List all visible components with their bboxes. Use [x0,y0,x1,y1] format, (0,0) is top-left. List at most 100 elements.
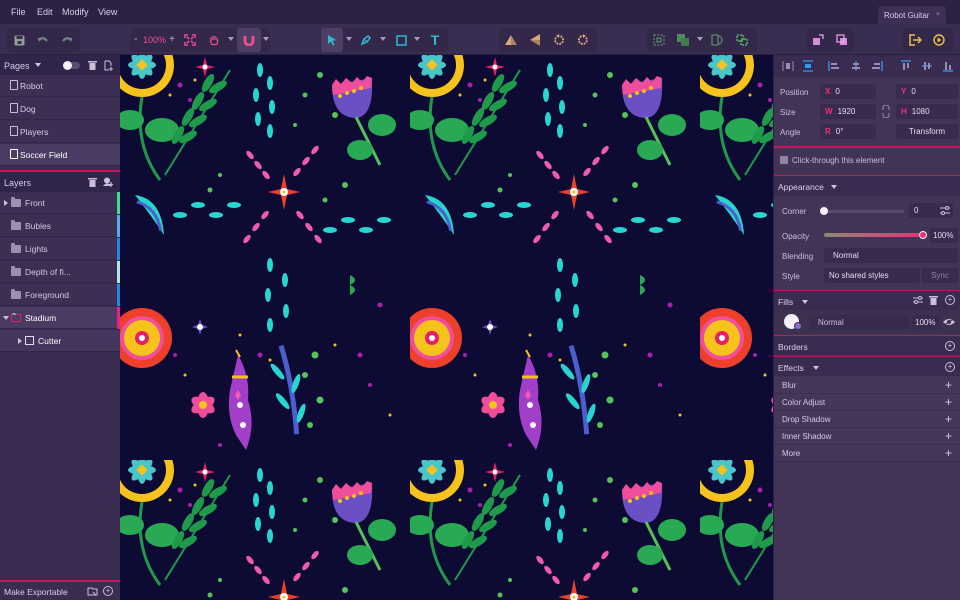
align-top-icon[interactable] [900,60,912,72]
bring-forward-button[interactable] [807,28,829,52]
select-tool-button[interactable] [321,28,343,52]
preview-button[interactable] [928,28,950,52]
pages-toggle[interactable] [63,61,80,70]
align-left-icon[interactable] [828,60,840,72]
position-y-field[interactable]: Y0 [896,84,958,99]
expand-arrow-icon[interactable] [18,338,22,344]
expand-arrow-icon[interactable] [4,200,8,206]
zoom-out-button[interactable]: - [134,34,137,45]
layer-item-child[interactable]: Cutter [0,330,120,352]
snap-caret[interactable] [263,37,269,41]
menu-file[interactable]: File [11,7,26,17]
group-select-button[interactable] [648,28,670,52]
delete-fill-icon[interactable] [929,295,938,305]
add-effect-icon[interactable]: + [945,395,952,409]
opacity-slider-thumb[interactable] [919,231,927,239]
text-tool-button[interactable]: T [424,28,446,52]
effect-item[interactable]: Color Adjust + [774,394,960,411]
menu-edit[interactable]: Edit [37,7,53,17]
collapse-arrow-icon[interactable] [3,316,9,320]
sync-button[interactable]: Sync [922,268,958,283]
fit-screen-button[interactable] [179,28,201,52]
undo-button[interactable] [32,28,54,52]
redo-button[interactable] [56,28,78,52]
add-effect-button[interactable]: + [945,362,955,372]
distribute-vertical-icon[interactable] [802,60,814,72]
add-export-button[interactable]: + [103,586,113,596]
appearance-header[interactable]: Appearance [774,175,960,196]
effects-header[interactable]: Effects + [774,356,960,376]
position-x-field[interactable]: X0 [820,84,876,99]
add-border-button[interactable]: + [945,341,955,351]
add-layer-icon[interactable] [102,177,114,187]
layer-item[interactable]: Front [0,192,117,214]
visibility-eye-icon[interactable] [943,318,955,326]
corner-slider-track[interactable] [824,210,904,213]
page-item-selected[interactable]: Soccer Field [0,144,120,166]
page-item[interactable]: Players [0,121,120,143]
layer-item[interactable]: Foreground [0,284,117,306]
canvas[interactable] [120,55,773,600]
effect-item[interactable]: Inner Shadow + [774,428,960,445]
export-button[interactable] [904,28,926,52]
rotate-right-button[interactable] [572,28,594,52]
save-button[interactable] [8,28,30,52]
layer-item-selected[interactable]: Stadium [0,307,117,329]
menu-modify[interactable]: Modify [62,7,89,17]
delete-page-icon[interactable] [88,60,97,70]
click-through-checkbox[interactable] [780,156,788,164]
corner-settings-icon[interactable] [937,203,953,218]
layer-item[interactable]: Lights [0,238,117,260]
align-center-horizontal-icon[interactable] [850,60,862,72]
fill-settings-icon[interactable] [913,295,923,305]
page-item[interactable]: Dog [0,98,120,120]
rectangle-tool-caret[interactable] [414,37,420,41]
menu-view[interactable]: View [98,7,117,17]
fills-header[interactable]: Fills + [774,290,960,310]
add-fill-button[interactable]: + [945,295,955,305]
fill-type-icon[interactable] [794,322,802,330]
align-bottom-icon[interactable] [942,60,954,72]
layer-item[interactable]: Depth of fi... [0,261,117,283]
send-backward-button[interactable] [831,28,853,52]
zoom-in-button[interactable]: + [169,34,175,45]
effect-item[interactable]: More + [774,445,960,462]
select-tool-caret[interactable] [346,37,352,41]
opacity-slider-track[interactable] [824,233,924,237]
boolean-caret[interactable] [697,37,703,41]
delete-layer-icon[interactable] [88,177,97,187]
rectangle-tool-button[interactable] [390,28,412,52]
add-page-icon[interactable] [104,60,114,71]
zoom-level[interactable]: 100% [143,35,166,45]
shared-style-select[interactable]: No shared styles [824,268,920,283]
close-tab-icon[interactable]: × [936,11,940,18]
add-effect-icon[interactable]: + [945,429,952,443]
lock-ratio-icon[interactable] [882,105,890,118]
add-effect-icon[interactable]: + [945,378,952,392]
page-item[interactable]: Robot [0,75,120,97]
export-slice-icon[interactable] [87,586,98,597]
rotation-field[interactable]: R 0° [820,124,876,139]
effect-item[interactable]: Drop Shadow + [774,411,960,428]
borders-header[interactable]: Borders + [774,335,960,355]
distribute-horizontal-icon[interactable] [782,60,794,72]
fill-opacity-field[interactable]: 100% [912,315,940,330]
layer-item[interactable]: Bubles [0,215,117,237]
add-effect-icon[interactable]: + [945,412,952,426]
hand-tool-caret[interactable] [228,37,234,41]
pen-tool-button[interactable] [355,28,377,52]
add-effect-icon[interactable]: + [945,446,952,460]
pages-collapse-caret[interactable] [35,63,41,67]
corner-slider-thumb[interactable] [820,207,828,215]
align-right-icon[interactable] [871,60,883,72]
blending-select[interactable]: Normal [824,248,958,263]
boolean-button[interactable] [672,28,694,52]
align-middle-icon[interactable] [921,60,933,72]
mask-button[interactable] [706,28,728,52]
hand-tool-button[interactable] [203,28,225,52]
effect-item[interactable]: Blur + [774,377,960,394]
flip-vertical-button[interactable] [524,28,546,52]
snap-magnet-button[interactable] [237,28,261,52]
document-tab[interactable]: Robot Guitar × [878,6,946,24]
transform-button[interactable]: Transform [896,124,958,139]
